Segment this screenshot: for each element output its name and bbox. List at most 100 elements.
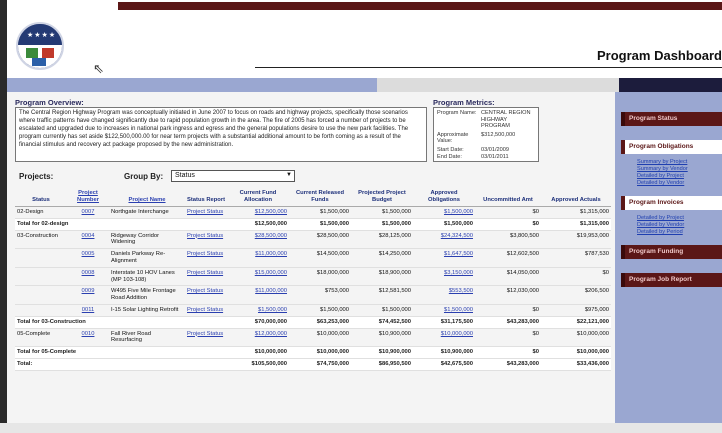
status-report-link[interactable]: Project Status bbox=[187, 209, 223, 215]
alloc-cell: $28,500,000 bbox=[227, 230, 289, 250]
groupby-select[interactable]: Status ▼ bbox=[171, 170, 295, 182]
column-header: Current Released Funds bbox=[289, 188, 351, 207]
oblig-cell: $1,500,000 bbox=[413, 218, 475, 231]
released-cell: $753,000 bbox=[289, 285, 351, 305]
uncommitted-cell: $0 bbox=[475, 304, 541, 317]
sidebar-sublink[interactable]: Summary by Vendor bbox=[637, 166, 688, 173]
sidebar-sublink[interactable]: Detailed by Project bbox=[637, 215, 684, 222]
status-report-link[interactable]: Project Status bbox=[187, 251, 223, 257]
status-report-cell: Project Status bbox=[185, 230, 227, 250]
project-number-link[interactable]: 0004 bbox=[82, 233, 95, 239]
alloc-link[interactable]: $11,000,000 bbox=[255, 288, 287, 294]
sidebar-sublink[interactable]: Detailed by Project bbox=[637, 173, 684, 180]
status-report-cell: Project Status bbox=[185, 328, 227, 348]
status-cell bbox=[15, 285, 67, 305]
released-cell: $14,500,000 bbox=[289, 248, 351, 268]
uncommitted-cell: $3,800,500 bbox=[475, 230, 541, 250]
budget-cell: $10,900,000 bbox=[351, 346, 413, 359]
sidebar-sublink[interactable]: Detailed by Vendor bbox=[637, 222, 684, 229]
project-number-link[interactable]: 0011 bbox=[82, 307, 94, 313]
column-header: Projected Project Budget bbox=[351, 188, 413, 207]
title-underline bbox=[255, 67, 722, 68]
groupby-value: Status bbox=[175, 172, 195, 179]
sidebar-item-label: Program Funding bbox=[629, 248, 684, 255]
project-number-link[interactable]: 0008 bbox=[82, 270, 95, 276]
alloc-link[interactable]: $11,000,000 bbox=[255, 251, 287, 257]
table-total-row: Total: $105,500,000 $74,750,000 $86,950,500… bbox=[15, 358, 611, 371]
metrics-panel: Program Name: CENTRAL REGION HIGHWAY PROG… bbox=[433, 107, 539, 162]
actuals-cell: $0 bbox=[541, 267, 611, 287]
alloc-cell: $105,500,000 bbox=[227, 358, 289, 371]
sidebar-item-marker bbox=[621, 140, 625, 154]
oblig-link[interactable]: $553,500 bbox=[449, 288, 473, 294]
project-number-cell: 0011 bbox=[67, 304, 109, 317]
released-cell: $1,500,000 bbox=[289, 206, 351, 219]
status-report-link[interactable]: Project Status bbox=[187, 233, 223, 239]
project-number-link[interactable]: 0007 bbox=[82, 209, 95, 215]
alloc-link[interactable]: $12,500,000 bbox=[255, 209, 287, 215]
project-name-cell: Daniels Parkway Re-Alignment bbox=[109, 248, 185, 268]
sidebar-item-program-funding[interactable]: Program Funding bbox=[621, 245, 722, 259]
sidebar-sublink[interactable]: Detailed by Vendor bbox=[637, 180, 684, 187]
status-report-link[interactable]: Project Status bbox=[187, 331, 223, 337]
project-name-cell: Fall River Road Resurfacing bbox=[109, 328, 185, 348]
alloc-link[interactable]: $12,000,000 bbox=[255, 331, 287, 337]
budget-cell: $18,900,000 bbox=[351, 267, 413, 287]
status-report-link[interactable]: Project Status bbox=[187, 270, 223, 276]
status-report-link[interactable]: Project Status bbox=[187, 307, 223, 313]
oblig-link[interactable]: $24,324,500 bbox=[441, 233, 473, 239]
released-cell: $28,500,000 bbox=[289, 230, 351, 250]
sidebar-sublink[interactable]: Summary by Project bbox=[637, 159, 687, 166]
projects-table: Status Project Number Project Name Statu… bbox=[15, 188, 611, 371]
oblig-cell: $3,150,000 bbox=[413, 267, 475, 287]
released-cell: $1,500,000 bbox=[289, 304, 351, 317]
sidebar-item-marker bbox=[621, 196, 625, 210]
table-total-row: Total for 02-design $12,500,000 $1,500,000… bbox=[15, 218, 611, 231]
oblig-link[interactable]: $1,500,000 bbox=[444, 307, 473, 313]
project-number-link[interactable]: 0010 bbox=[82, 331, 95, 337]
actuals-cell: $22,121,000 bbox=[541, 316, 611, 329]
sidebar-item-program-obligations[interactable]: Program Obligations bbox=[621, 140, 722, 154]
project-number-link[interactable]: 0005 bbox=[82, 251, 95, 257]
released-cell: $1,500,000 bbox=[289, 218, 351, 231]
total-label: Total for 05-Complete bbox=[15, 346, 227, 359]
sidebar-item-label: Program Status bbox=[629, 115, 678, 122]
column-header-sort[interactable]: Project Number bbox=[67, 188, 109, 207]
oblig-link[interactable]: $10,000,000 bbox=[441, 331, 473, 337]
column-header: Status Report bbox=[185, 188, 227, 207]
alloc-cell: $1,500,000 bbox=[227, 304, 289, 317]
alloc-link[interactable]: $1,500,000 bbox=[258, 307, 287, 313]
oblig-link[interactable]: $3,150,000 bbox=[444, 270, 473, 276]
status-report-link[interactable]: Project Status bbox=[187, 288, 223, 294]
project-name-cell: Ridgeway Corridor Widening bbox=[109, 230, 185, 250]
sidebar-item-program-invoices[interactable]: Program Invoices bbox=[621, 196, 722, 210]
projects-label: Projects: bbox=[19, 172, 54, 181]
oblig-cell: $42,675,500 bbox=[413, 358, 475, 371]
project-number-link[interactable]: 0009 bbox=[82, 288, 95, 294]
project-number-cell: 0005 bbox=[67, 248, 109, 268]
table-row: 0009 W495 Five Mile Frontage Road Additio… bbox=[15, 285, 611, 305]
sidebar-item-program-status[interactable]: Program Status bbox=[621, 112, 722, 126]
status-report-cell: Project Status bbox=[185, 304, 227, 317]
alloc-cell: $70,000,000 bbox=[227, 316, 289, 329]
alloc-cell: $15,000,000 bbox=[227, 267, 289, 287]
actuals-cell: $10,000,000 bbox=[541, 328, 611, 348]
status-report-cell: Project Status bbox=[185, 206, 227, 219]
dropdown-arrow-icon: ▼ bbox=[286, 172, 292, 178]
oblig-link[interactable]: $1,500,000 bbox=[444, 209, 473, 215]
actuals-cell: $10,000,000 bbox=[541, 346, 611, 359]
table-row: 05-Complete 0010 Fall River Road Resurfaci… bbox=[15, 328, 611, 348]
column-header: Uncommitted Amt bbox=[475, 188, 541, 207]
sidebar-sublink[interactable]: Detailed by Period bbox=[637, 229, 683, 236]
alloc-link[interactable]: $15,000,000 bbox=[255, 270, 287, 276]
project-name-cell: Interstate 10 HOV Lanes (MP 103-108) bbox=[109, 267, 185, 287]
column-header: Current Fund Allocation bbox=[227, 188, 289, 207]
oblig-link[interactable]: $1,647,500 bbox=[444, 251, 473, 257]
uncommitted-cell: $12,602,500 bbox=[475, 248, 541, 268]
actuals-cell: $787,530 bbox=[541, 248, 611, 268]
alloc-link[interactable]: $28,500,000 bbox=[255, 233, 287, 239]
table-total-row: Total for 03-Construction $70,000,000 $63,… bbox=[15, 316, 611, 329]
column-header-sort[interactable]: Project Name bbox=[109, 188, 185, 207]
sidebar-item-program-job-report[interactable]: Program Job Report bbox=[621, 273, 722, 287]
uncommitted-cell: $14,050,000 bbox=[475, 267, 541, 287]
